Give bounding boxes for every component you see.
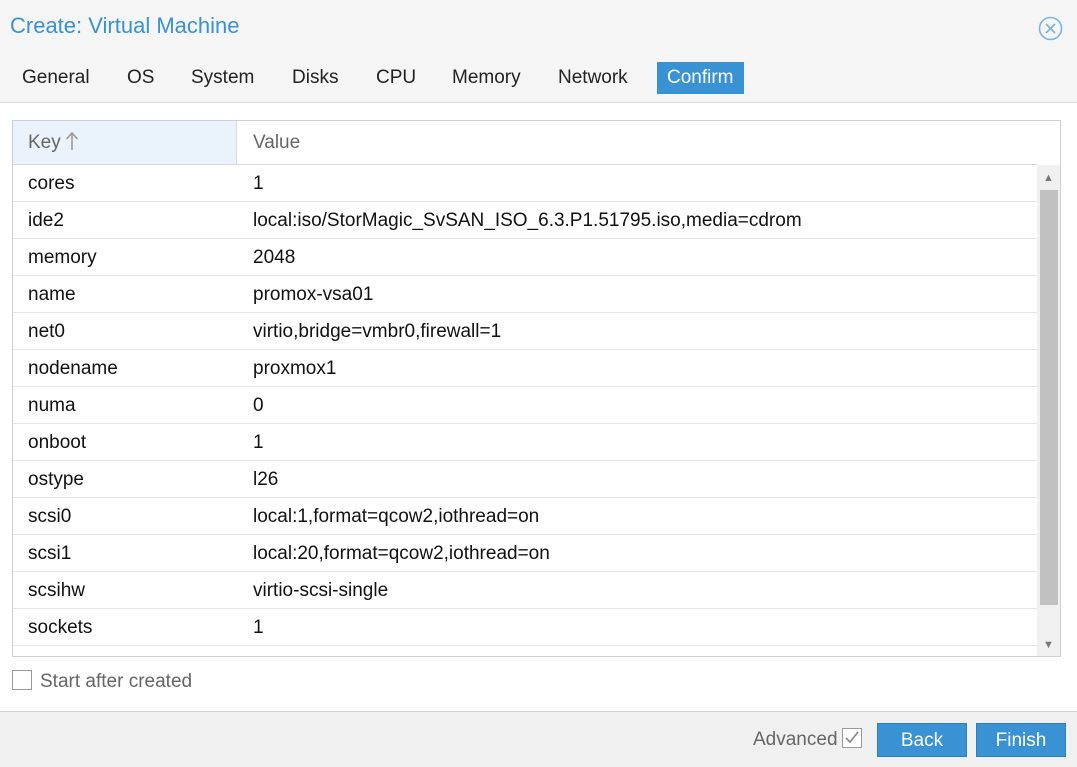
advanced-option[interactable]: Advanced <box>753 727 862 752</box>
table-row[interactable]: memory 2048 <box>13 239 1037 276</box>
table-row[interactable]: ostype l26 <box>13 461 1037 498</box>
row-key: sockets <box>28 617 93 638</box>
row-value: promox-vsa01 <box>253 284 374 305</box>
table-row[interactable]: name promox-vsa01 <box>13 276 1037 313</box>
row-key: scsi0 <box>28 506 72 527</box>
start-after-created-checkbox[interactable] <box>12 669 32 690</box>
dialog-footer: Advanced Back Finish <box>0 711 1077 767</box>
row-key: cores <box>28 173 75 194</box>
scroll-thumb[interactable] <box>1040 190 1058 605</box>
row-value: proxmox1 <box>253 358 337 379</box>
advanced-label: Advanced <box>753 729 838 750</box>
finish-button[interactable]: Finish <box>976 723 1066 757</box>
advanced-checkbox[interactable] <box>841 727 862 748</box>
row-key: scsihw <box>28 580 86 601</box>
confirm-panel: Key Value cores 1 ide2 local:iso/StorMagic_… <box>0 102 1077 711</box>
row-value: local:20,format=qcow2,iothread=on <box>253 543 550 564</box>
close-icon[interactable] <box>1038 16 1063 41</box>
row-key: nodename <box>28 358 118 379</box>
tab-general[interactable]: General <box>12 62 100 94</box>
row-key: ostype <box>28 469 84 490</box>
tab-network[interactable]: Network <box>548 62 638 94</box>
table-row[interactable]: nodename proxmox1 <box>13 350 1037 387</box>
tab-disks[interactable]: Disks <box>282 62 348 94</box>
column-header-key-label: Key <box>28 132 61 153</box>
table-row[interactable]: net0 virtio,bridge=vmbr0,firewall=1 <box>13 313 1037 350</box>
row-key: net0 <box>28 321 65 342</box>
summary-grid: Key Value cores 1 ide2 local:iso/StorMagic_… <box>12 120 1061 657</box>
row-value: virtio-scsi-single <box>253 580 389 601</box>
table-row[interactable]: sockets 1 <box>13 609 1037 646</box>
table-row[interactable]: scsi1 local:20,format=qcow2,iothread=on <box>13 535 1037 572</box>
tab-cpu[interactable]: CPU <box>366 62 426 94</box>
create-vm-dialog: Create: Virtual Machine General OS Syste… <box>0 0 1077 767</box>
table-row[interactable]: scsihw virtio-scsi-single <box>13 572 1037 609</box>
row-key: name <box>28 284 76 305</box>
table-row[interactable]: ide2 local:iso/StorMagic_SvSAN_ISO_6.3.P1… <box>13 202 1037 239</box>
grid-rows: cores 1 ide2 local:iso/StorMagic_SvSAN_ISO_… <box>13 165 1037 656</box>
row-value: virtio,bridge=vmbr0,firewall=1 <box>253 321 502 342</box>
row-value: l26 <box>253 469 279 490</box>
back-button[interactable]: Back <box>877 723 967 757</box>
start-after-created-label: Start after created <box>40 671 193 692</box>
column-header-key[interactable]: Key <box>13 121 237 164</box>
tab-memory[interactable]: Memory <box>442 62 531 94</box>
scroll-down-icon[interactable]: ▼ <box>1037 634 1060 656</box>
table-row[interactable]: cores 1 <box>13 165 1037 202</box>
row-key: onboot <box>28 432 87 453</box>
row-key: memory <box>28 247 97 268</box>
column-header-value[interactable]: Value <box>238 121 1037 164</box>
vertical-scrollbar[interactable]: ▲ ▼ <box>1037 165 1060 656</box>
row-value: 1 <box>253 617 264 638</box>
table-row[interactable]: onboot 1 <box>13 424 1037 461</box>
tab-confirm[interactable]: Confirm <box>657 62 744 94</box>
checkmark-icon <box>844 731 859 744</box>
scroll-up-icon[interactable]: ▲ <box>1037 167 1060 189</box>
row-value: 0 <box>253 395 264 416</box>
row-value: local:1,format=qcow2,iothread=on <box>253 506 540 527</box>
start-after-created-option[interactable]: Start after created <box>12 669 193 694</box>
dialog-title: Create: Virtual Machine <box>10 13 240 38</box>
row-key: numa <box>28 395 76 416</box>
row-key: ide2 <box>28 210 64 231</box>
table-row[interactable]: scsi0 local:1,format=qcow2,iothread=on <box>13 498 1037 535</box>
row-key: scsi1 <box>28 543 72 564</box>
row-value: local:iso/StorMagic_SvSAN_ISO_6.3.P1.517… <box>253 210 802 231</box>
title-bar: Create: Virtual Machine <box>0 0 1077 56</box>
tab-os[interactable]: OS <box>117 62 164 94</box>
grid-header: Key Value <box>13 121 1037 165</box>
table-row[interactable]: numa 0 <box>13 387 1037 424</box>
row-value: 1 <box>253 173 264 194</box>
wizard-tabs: General OS System Disks CPU Memory Netwo… <box>0 56 1077 102</box>
tab-system[interactable]: System <box>181 62 264 94</box>
sort-arrow-up-icon <box>65 121 79 164</box>
row-value: 2048 <box>253 247 296 268</box>
row-value: 1 <box>253 432 264 453</box>
